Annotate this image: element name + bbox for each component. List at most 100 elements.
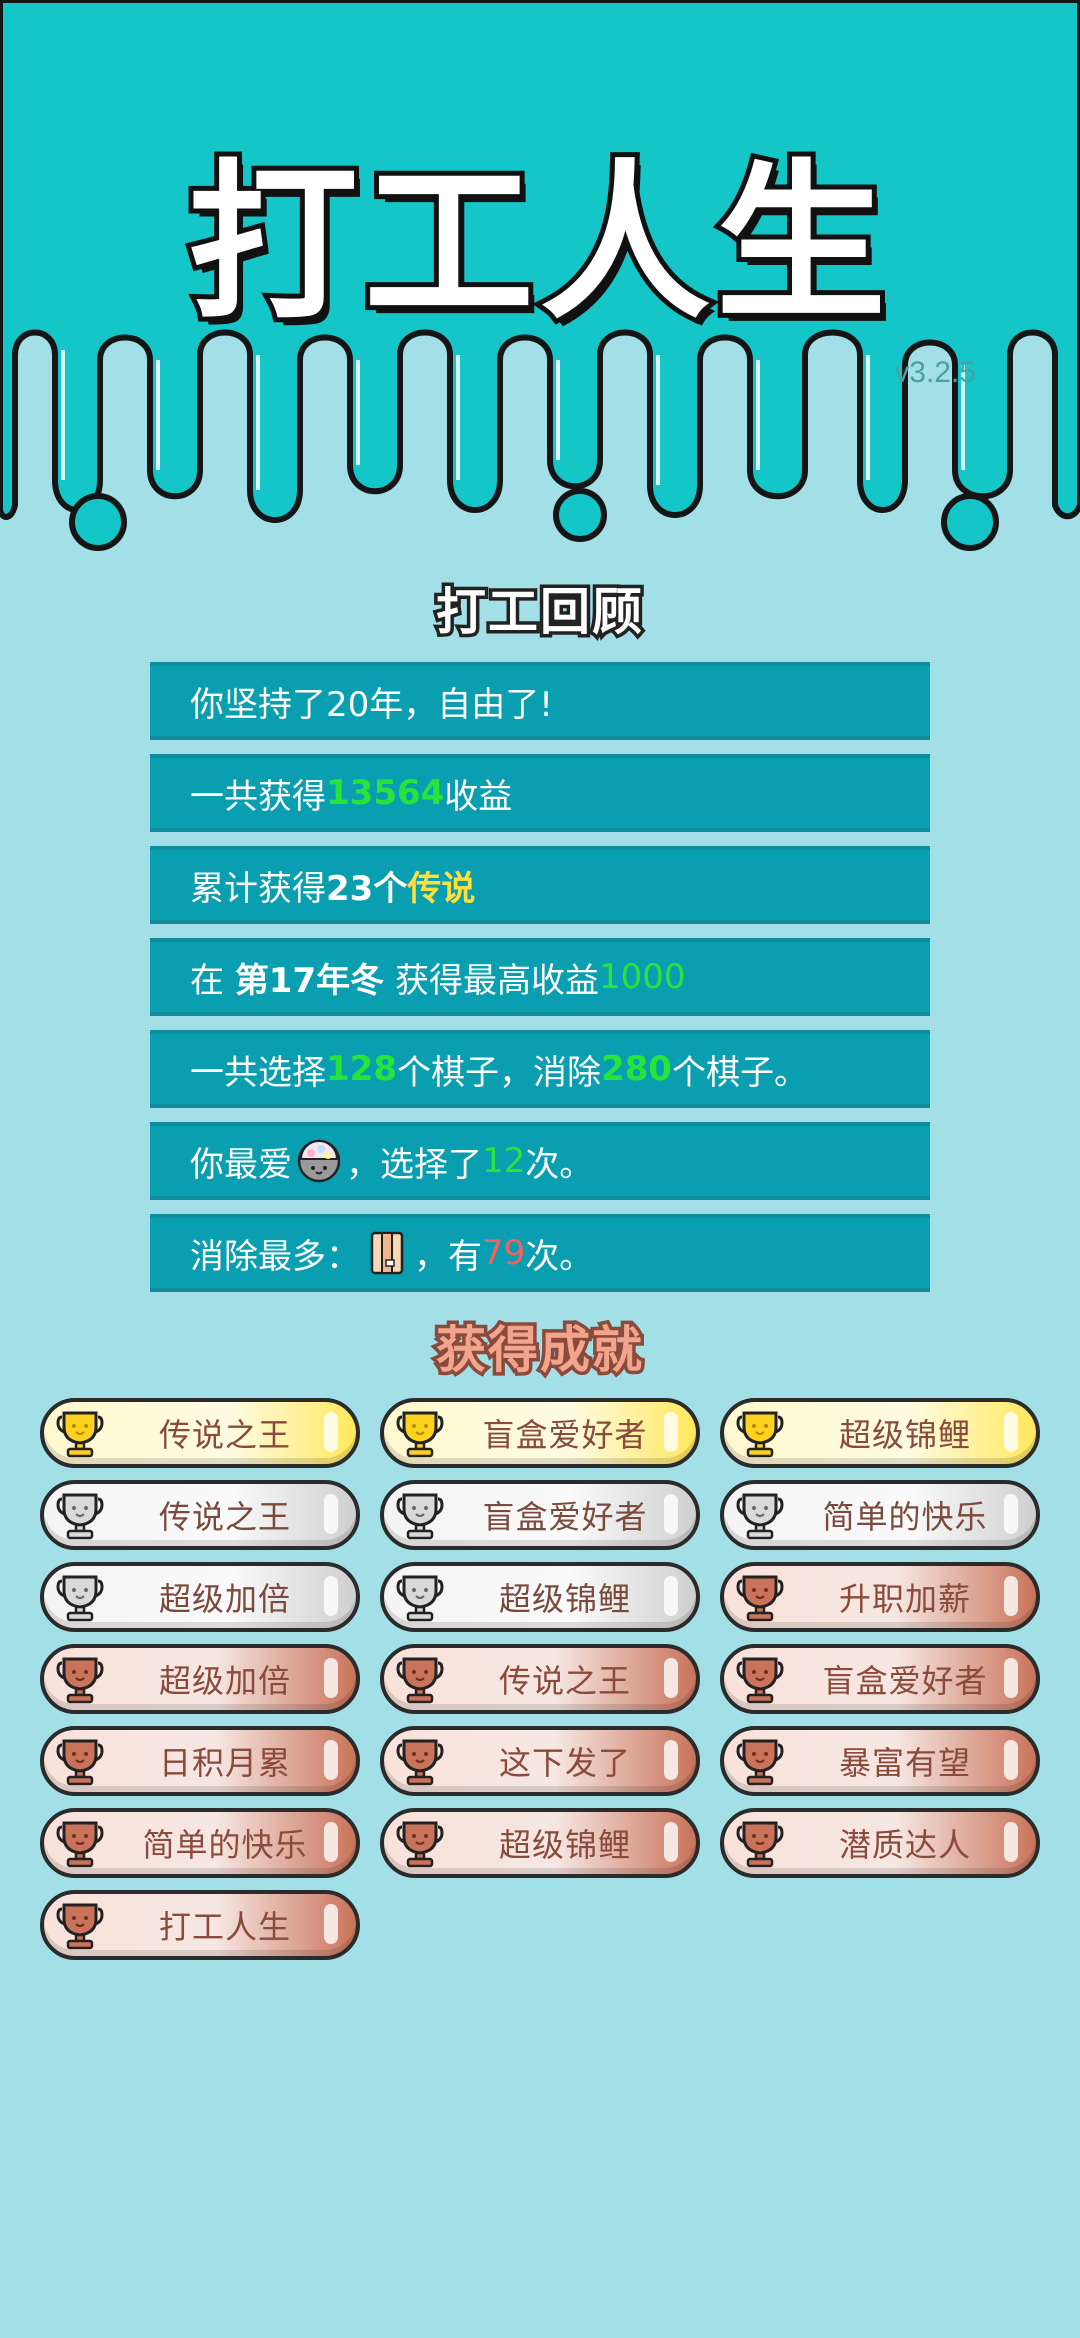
trophy-icon — [736, 1657, 784, 1704]
badge-shine — [664, 1494, 678, 1534]
achievement-badge-silver[interactable]: 盲盒爱好者 — [380, 1480, 700, 1550]
achievement-badge-gold[interactable]: 超级锦鲤 — [720, 1398, 1040, 1468]
header-banner: 打工人生 v3.2.5 — [0, 0, 1080, 560]
review-row-pieces: 一共选择 128 个棋子，消除 280 个棋子。 — [150, 1030, 930, 1108]
achievement-badge-gold[interactable]: 盲盒爱好者 — [380, 1398, 700, 1468]
legend-word: 传说 — [407, 868, 476, 909]
pieces-prefix: 一共选择 — [190, 1052, 326, 1093]
mystery-capsule-icon — [297, 1139, 341, 1183]
badge-shine — [664, 1576, 678, 1616]
best-prefix: 在 — [190, 960, 224, 1001]
badge-shine — [1004, 1822, 1018, 1862]
clear-suffix: 次。 — [525, 1236, 594, 1277]
trophy-icon — [396, 1739, 444, 1786]
earnings-suffix: 收益 — [444, 776, 513, 817]
pieces-middle: 个棋子，消除 — [396, 1052, 601, 1093]
trophy-icon — [736, 1493, 784, 1540]
badge-shine — [1004, 1740, 1018, 1780]
badge-shine — [324, 1904, 338, 1944]
review-row-years: 你坚持了20年，自由了! — [150, 662, 930, 740]
achievement-badge-bronze[interactable]: 传说之王 — [380, 1644, 700, 1714]
achievement-label: 暴富有望 — [838, 1744, 971, 1782]
trophy-icon — [56, 1821, 104, 1868]
achievement-label: 简单的快乐 — [822, 1498, 988, 1536]
achievement-badge-bronze[interactable]: 超级加倍 — [40, 1644, 360, 1714]
trophy-icon — [56, 1739, 104, 1786]
achievement-badge-gold[interactable]: 传说之王 — [40, 1398, 360, 1468]
earnings-prefix: 一共获得 — [190, 776, 326, 817]
achievement-badge-silver[interactable]: 超级加倍 — [40, 1562, 360, 1632]
achievement-badge-bronze[interactable]: 打工人生 — [40, 1890, 360, 1960]
achievement-label: 超级加倍 — [158, 1662, 291, 1700]
trophy-icon — [56, 1411, 104, 1458]
trophy-icon — [56, 1575, 104, 1622]
trophy-icon — [396, 1657, 444, 1704]
review-row-legend: 累计获得 23个 传说 — [150, 846, 930, 924]
badge-shine — [324, 1822, 338, 1862]
achievement-badge-bronze[interactable]: 日积月累 — [40, 1726, 360, 1796]
achievement-label: 盲盒爱好者 — [482, 1498, 648, 1536]
achievement-label: 超级锦鲤 — [498, 1580, 631, 1618]
badge-shine — [324, 1740, 338, 1780]
badge-shine — [324, 1658, 338, 1698]
best-value: 1000 — [598, 957, 686, 997]
review-row-favorite: 你最爱 ，选择了 12 次。 — [150, 1122, 930, 1200]
trophy-icon — [56, 1493, 104, 1540]
achievement-label: 盲盒爱好者 — [482, 1416, 648, 1454]
pieces-suffix: 个棋子。 — [671, 1052, 808, 1093]
achievement-badge-silver[interactable]: 超级锦鲤 — [380, 1562, 700, 1632]
achievement-badge-bronze[interactable]: 简单的快乐 — [40, 1808, 360, 1878]
achievement-label: 传说之王 — [158, 1416, 291, 1454]
review-list: 你坚持了20年，自由了! 一共获得 13564 收益 累计获得 23个 传说 在 第17… — [150, 662, 930, 1306]
badge-shine — [1004, 1494, 1018, 1534]
achievement-badge-bronze[interactable]: 超级锦鲤 — [380, 1808, 700, 1878]
achievement-badge-bronze[interactable]: 潜质达人 — [720, 1808, 1040, 1878]
pieces-selected: 128 — [326, 1049, 397, 1089]
review-section-title: 打工回顾 — [433, 580, 646, 645]
achievement-badge-bronze[interactable]: 这下发了 — [380, 1726, 700, 1796]
trophy-icon — [736, 1411, 784, 1458]
achievement-badge-bronze[interactable]: 升职加薪 — [720, 1562, 1040, 1632]
review-row-best-income: 在 第17年冬 获得最高收益 1000 — [150, 938, 930, 1016]
achievement-badge-bronze[interactable]: 盲盒爱好者 — [720, 1644, 1040, 1714]
badge-shine — [664, 1740, 678, 1780]
achievement-label: 日积月累 — [158, 1744, 291, 1782]
folder-book-icon — [370, 1231, 404, 1275]
clear-count: 79 — [482, 1233, 526, 1273]
trophy-icon — [396, 1821, 444, 1868]
years-text: 你坚持了20年，自由了! — [190, 684, 553, 725]
achievement-label: 潜质达人 — [838, 1826, 971, 1864]
trophy-icon — [396, 1411, 444, 1458]
achievement-badge-silver[interactable]: 传说之王 — [40, 1480, 360, 1550]
best-period: 第17年冬 — [234, 960, 385, 1001]
achievement-badge-silver[interactable]: 简单的快乐 — [720, 1480, 1040, 1550]
achievement-label: 传说之王 — [498, 1662, 631, 1700]
earnings-value: 13564 — [326, 773, 445, 813]
badge-shine — [324, 1576, 338, 1616]
trophy-icon — [736, 1575, 784, 1622]
achievement-label: 传说之王 — [158, 1498, 291, 1536]
achievement-badge-bronze[interactable]: 暴富有望 — [720, 1726, 1040, 1796]
badge-shine — [1004, 1576, 1018, 1616]
achievement-label: 这下发了 — [498, 1744, 631, 1782]
fav-suffix: 次。 — [525, 1144, 594, 1185]
fav-middle: ，选择了 — [346, 1144, 482, 1185]
review-row-most-cleared: 消除最多： ，有 79 次。 — [150, 1214, 930, 1292]
badge-shine — [324, 1494, 338, 1534]
achievement-label: 超级锦鲤 — [838, 1416, 971, 1454]
badge-shine — [324, 1412, 338, 1452]
trophy-icon — [396, 1575, 444, 1622]
trophy-icon — [736, 1821, 784, 1868]
achievement-grid: 传说之王 盲盒爱好者 超级锦鲤 传说之王 盲盒爱好者 简单的快乐 超级加倍 超级锦鲤 升职加薪超… — [40, 1398, 1040, 1960]
badge-shine — [1004, 1412, 1018, 1452]
badge-shine — [664, 1658, 678, 1698]
trophy-icon — [56, 1903, 104, 1950]
achievements-section-title: 获得成就 — [433, 1318, 646, 1383]
clear-prefix: 消除最多： — [190, 1236, 360, 1277]
trophy-icon — [56, 1657, 104, 1704]
achievement-label: 打工人生 — [158, 1908, 291, 1946]
legend-prefix: 累计获得 — [190, 868, 326, 909]
clear-middle: ，有 — [414, 1236, 482, 1277]
best-middle: 获得最高收益 — [394, 960, 599, 1001]
fav-count: 12 — [482, 1141, 526, 1181]
